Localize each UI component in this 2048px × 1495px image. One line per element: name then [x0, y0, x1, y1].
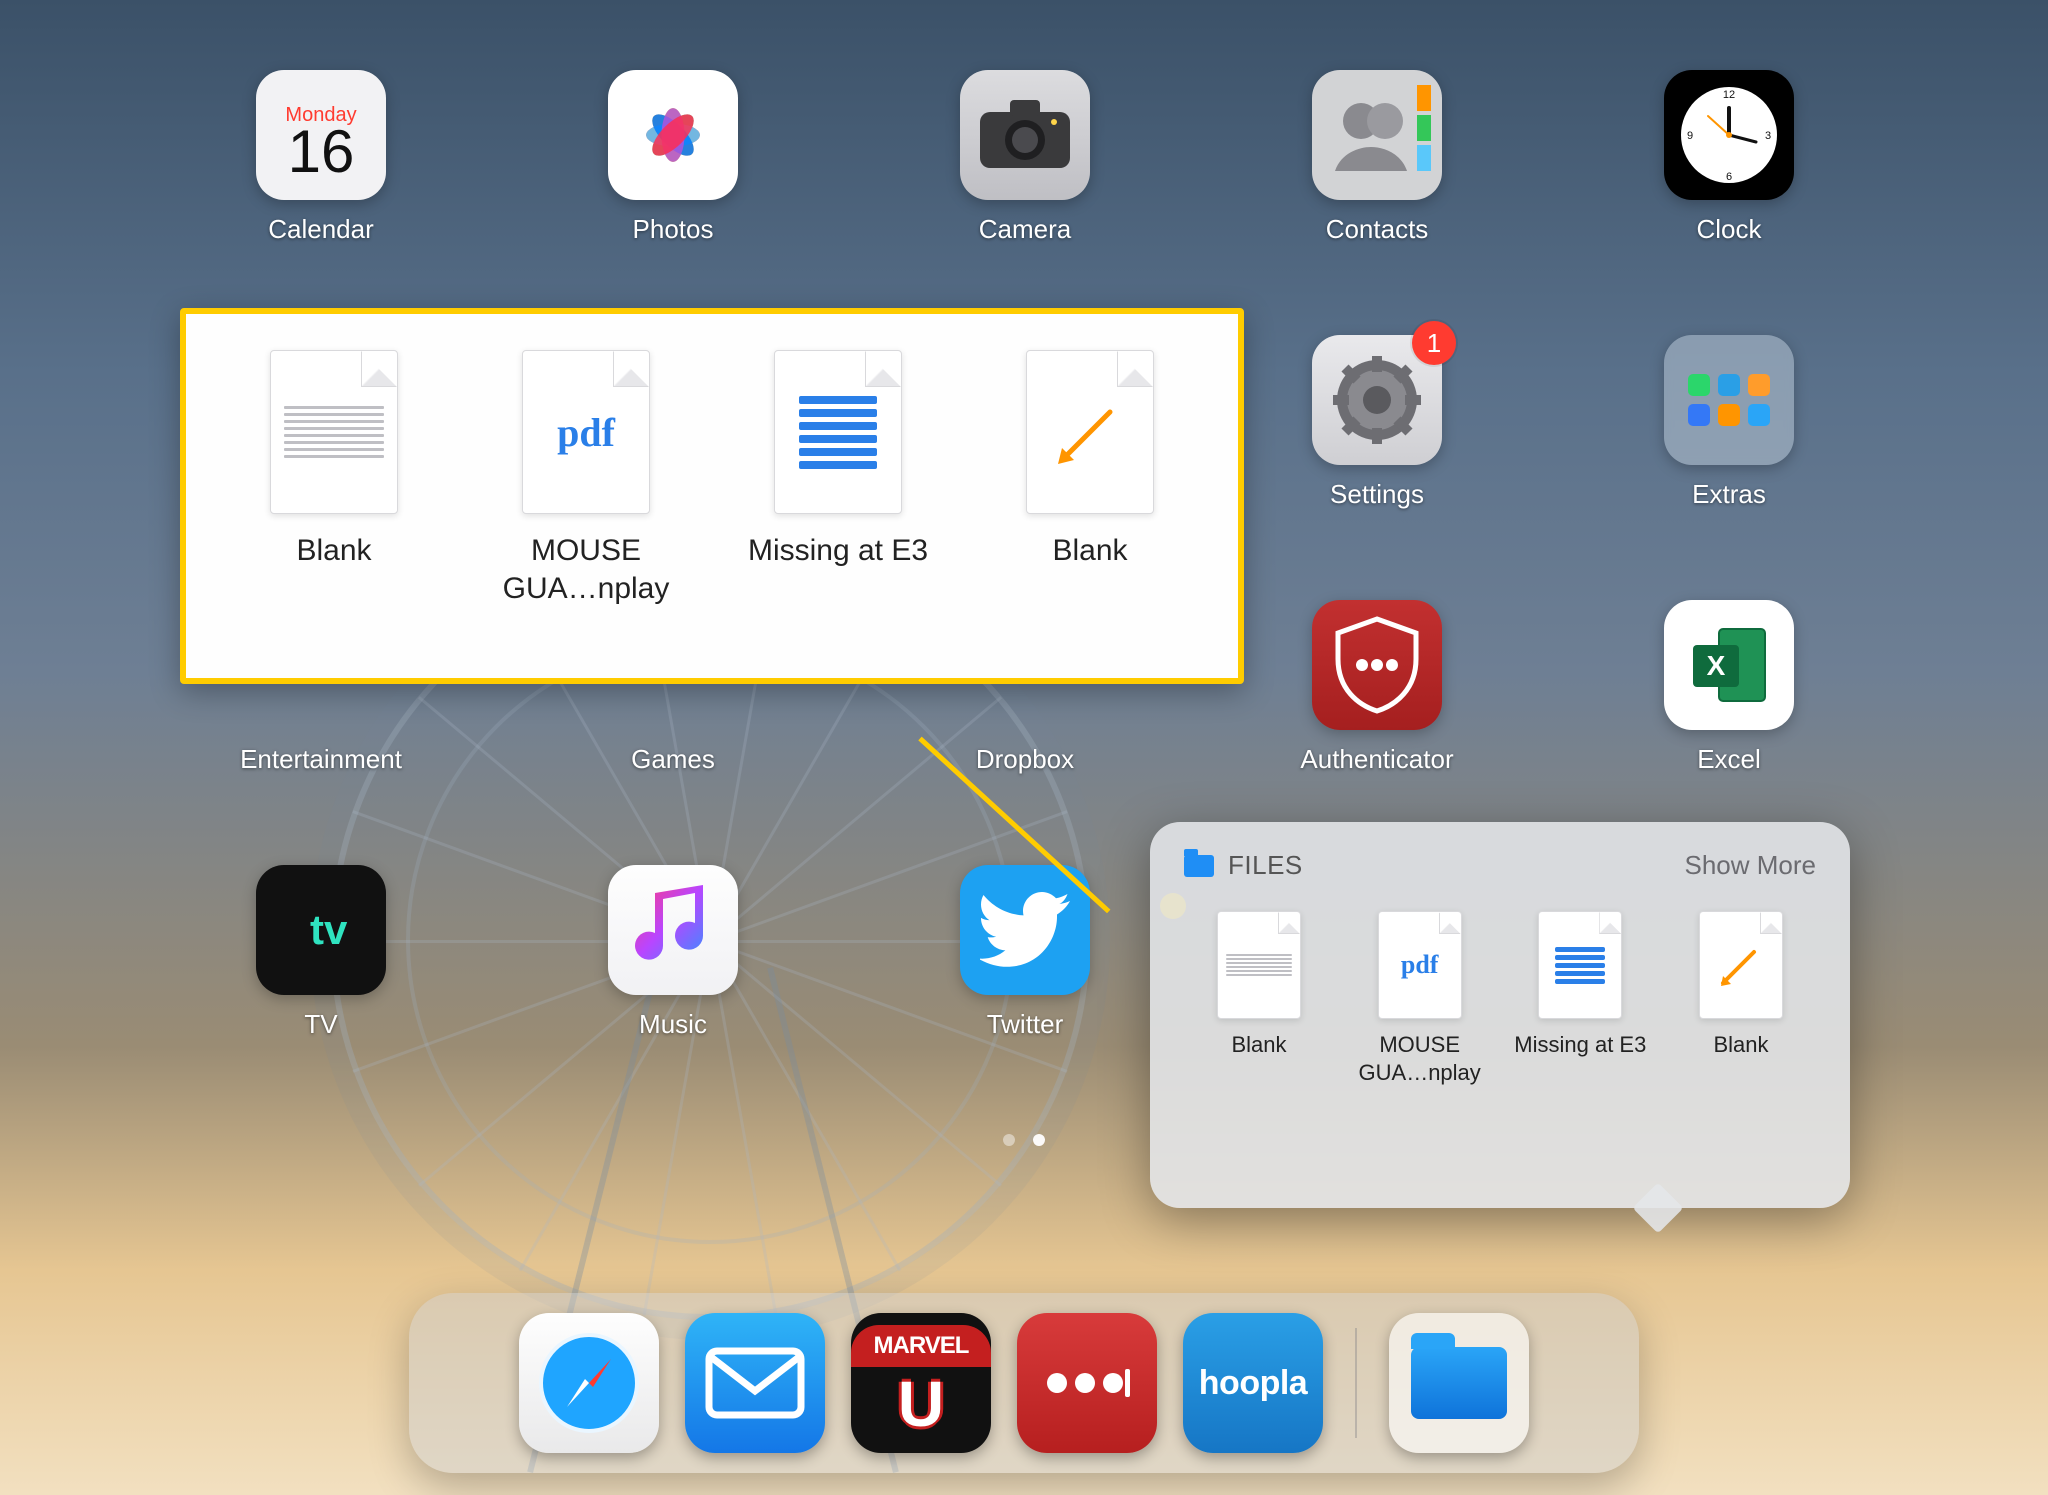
page-dot [1003, 1134, 1015, 1146]
app-label: Entertainment [240, 744, 402, 775]
svg-text:X: X [1707, 650, 1726, 681]
file-item[interactable]: Blank [229, 350, 439, 570]
file-name: MOUSE GUA…nplay [481, 532, 691, 607]
svg-text:3: 3 [1765, 130, 1771, 142]
app-music[interactable]: Music [497, 865, 849, 1040]
pdf-icon: pdf [522, 350, 650, 514]
dock-app-files[interactable] [1389, 1313, 1529, 1453]
file-item[interactable]: Missing at E3 [1505, 911, 1655, 1086]
document-icon [270, 350, 398, 514]
file-name: MOUSE GUA…nplay [1345, 1031, 1495, 1086]
page-indicator[interactable] [1003, 1134, 1045, 1146]
file-name: Missing at E3 [1514, 1031, 1646, 1059]
folder-icon [1664, 335, 1794, 465]
dock-app-mail[interactable] [685, 1313, 825, 1453]
app-camera[interactable]: Camera [849, 70, 1201, 245]
app-label: Calendar [268, 214, 374, 245]
app-label: TV [304, 1009, 337, 1040]
app-label: Camera [979, 214, 1071, 245]
calendar-icon: Monday 16 [256, 70, 386, 200]
app-label: Authenticator [1300, 744, 1453, 775]
dock-app-hoopla[interactable]: hoopla [1183, 1313, 1323, 1453]
file-name: Missing at E3 [748, 532, 928, 570]
app-label: Games [631, 744, 715, 775]
app-tv[interactable]: tv TV [145, 865, 497, 1040]
calendar-day-number: 16 [288, 125, 355, 179]
tv-icon: tv [256, 865, 386, 995]
file-item[interactable]: Blank [985, 350, 1195, 570]
svg-text:tv: tv [310, 906, 348, 953]
svg-text:6: 6 [1726, 171, 1732, 183]
show-more-link[interactable]: Show More [1685, 850, 1817, 881]
dock-app-more[interactable] [1017, 1313, 1157, 1453]
app-twitter[interactable]: Twitter [849, 865, 1201, 1040]
app-clock[interactable]: 12 3 6 9 Clock [1553, 70, 1905, 245]
app-label: Settings [1330, 479, 1424, 510]
page-dot-active [1033, 1134, 1045, 1146]
app-label: Clock [1696, 214, 1761, 245]
excel-icon: X [1664, 600, 1794, 730]
pages-blank-icon [1026, 350, 1154, 514]
folder-icon [1184, 855, 1214, 877]
contacts-icon [1312, 70, 1442, 200]
file-item[interactable]: pdf MOUSE GUA…nplay [481, 350, 691, 607]
app-photos[interactable]: Photos [497, 70, 849, 245]
settings-icon: 1 [1312, 335, 1442, 465]
app-contacts[interactable]: Contacts [1201, 70, 1553, 245]
app-label: Contacts [1326, 214, 1429, 245]
dock: MARVEL U hoopla [409, 1293, 1639, 1473]
svg-text:12: 12 [1723, 89, 1735, 101]
photos-icon [608, 70, 738, 200]
camera-icon [960, 70, 1090, 200]
file-item[interactable]: Blank [1666, 911, 1816, 1086]
dock-app-safari[interactable] [519, 1313, 659, 1453]
dock-separator [1355, 1328, 1357, 1438]
file-name: Blank [1713, 1031, 1768, 1059]
app-label: Twitter [987, 1009, 1064, 1040]
textdoc-icon [774, 350, 902, 514]
app-label: Photos [633, 214, 714, 245]
twitter-icon [960, 865, 1090, 995]
app-settings[interactable]: 1 Settings [1201, 335, 1553, 510]
file-item[interactable]: Missing at E3 [733, 350, 943, 570]
marvel-letter: U [898, 1367, 944, 1441]
hoopla-label: hoopla [1199, 1364, 1307, 1403]
file-name: Blank [296, 532, 371, 570]
marvel-label: MARVEL [851, 1325, 991, 1367]
svg-text:9: 9 [1687, 130, 1693, 142]
file-item[interactable]: pdf MOUSE GUA…nplay [1345, 911, 1495, 1086]
authenticator-icon [1312, 600, 1442, 730]
popover-title: FILES [1228, 850, 1303, 881]
files-folder-icon [1411, 1347, 1507, 1419]
clock-icon: 12 3 6 9 [1664, 70, 1794, 200]
app-label: Music [639, 1009, 707, 1040]
file-name: Blank [1052, 532, 1127, 570]
notification-badge: 1 [1412, 321, 1456, 365]
files-callout-panel: Blank pdf MOUSE GUA…nplay Missing at E3 … [180, 308, 1244, 684]
app-authenticator[interactable]: Authenticator [1201, 600, 1553, 775]
app-label: Excel [1697, 744, 1761, 775]
app-label: Extras [1692, 479, 1766, 510]
app-excel[interactable]: X Excel [1553, 600, 1905, 775]
file-name: Blank [1231, 1031, 1286, 1059]
dock-app-marvel[interactable]: MARVEL U [851, 1313, 991, 1453]
folder-extras[interactable]: Extras [1553, 335, 1905, 510]
files-widget-popover: FILES Show More Blank pdf MOUSE GUA…npla… [1150, 822, 1850, 1208]
music-icon [608, 865, 738, 995]
file-item[interactable]: Blank [1184, 911, 1334, 1086]
app-calendar[interactable]: Monday 16 Calendar [145, 70, 497, 245]
app-label: Dropbox [976, 744, 1074, 775]
